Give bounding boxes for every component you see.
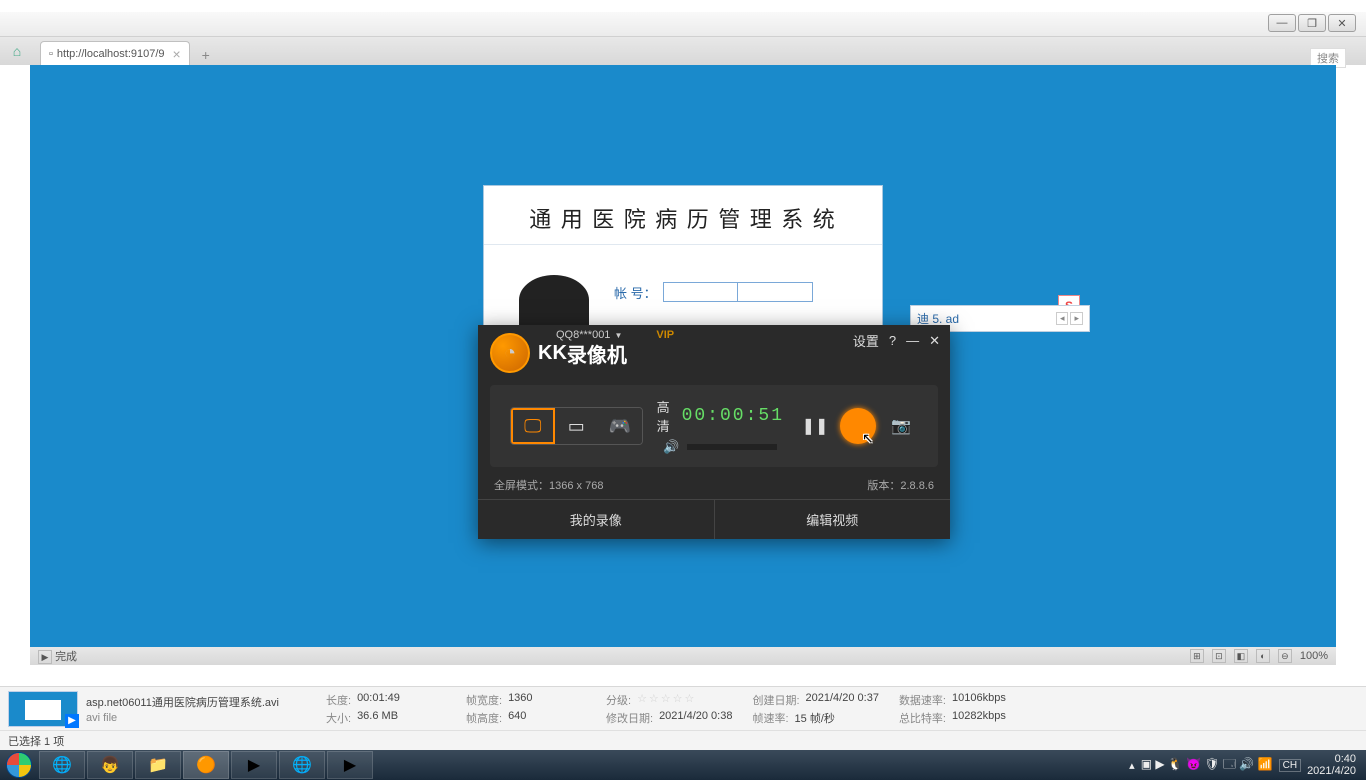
frame-width-label: 帧宽度: (466, 692, 502, 708)
window-close-button[interactable]: ✕ (1328, 14, 1356, 32)
tray-icons[interactable]: ▣ ▶ 🐧 😈 🛡 🗔 🔊 📶 (1141, 755, 1273, 776)
recorder-title-cn: 录像机 (567, 339, 627, 368)
fps-value: 15 帧/秒 (795, 710, 835, 726)
frame-height-value: 640 (508, 710, 526, 726)
ime-prev-icon[interactable]: ◂ (1056, 312, 1069, 325)
edit-video-button[interactable]: 编辑视频 (715, 500, 951, 539)
record-stop-button[interactable]: ↖ (840, 408, 876, 444)
size-label: 大小: (326, 710, 351, 726)
login-title: 通 用 医 院 病 历 管 理 系 统 (484, 196, 882, 245)
recorder-title-en: KK (538, 342, 567, 365)
bitrate-value: 10282kbps (952, 710, 1006, 726)
tray-expand-icon[interactable]: ▴ (1129, 759, 1135, 772)
taskbar-item[interactable]: 🌐 (39, 751, 85, 779)
new-tab-button[interactable]: + (196, 45, 216, 65)
volume-icon[interactable]: 🔊 (663, 439, 679, 455)
modified-value: 2021/4/20 0:38 (659, 710, 732, 726)
taskbar-item[interactable]: 🌐 (279, 751, 325, 779)
start-button[interactable] (0, 750, 38, 780)
dropdown-icon[interactable]: ▼ (614, 331, 622, 340)
browser-tab-bar: ⌂ ▫ http://localhost:9107/9 × + (0, 37, 1366, 65)
status-done: 完成 (55, 651, 77, 663)
taskbar-item[interactable]: 👦 (87, 751, 133, 779)
screenshot-button[interactable]: 📷 (884, 408, 918, 444)
created-value: 2021/4/20 0:37 (806, 692, 879, 708)
file-type: avi file (86, 712, 117, 724)
login-avatar (504, 255, 604, 335)
player-status-bar: ▶ 完成 ⊞ ⊡ ◧ ◐ ⊖ 100% (30, 647, 1336, 665)
volume-slider[interactable] (687, 444, 777, 450)
rating-stars[interactable]: ☆☆☆☆☆ (637, 692, 696, 708)
recorder-settings-button[interactable]: 设置 (853, 331, 879, 350)
recorder-close-button[interactable]: ✕ (929, 333, 940, 349)
game-mode-button[interactable]: 🎮 (598, 408, 642, 444)
fullscreen-mode-button[interactable]: 🖵 (511, 408, 555, 444)
datarate-value: 10106kbps (952, 692, 1006, 708)
region-mode-button[interactable]: ▭ (555, 408, 599, 444)
recorder-version-info: 版本：2.8.8.6 (867, 477, 934, 493)
recording-timer: 00:00:51 (682, 406, 784, 426)
page-icon: ▫ (49, 48, 53, 60)
frame-height-label: 帧高度: (466, 710, 502, 726)
created-label: 创建日期: (752, 692, 799, 708)
status-icon[interactable]: ◐ (1256, 649, 1270, 663)
quality-label[interactable]: 高清 (657, 397, 670, 435)
browser-tab[interactable]: ▫ http://localhost:9107/9 × (40, 41, 190, 65)
taskbar: 🌐 👦 📁 🟠 ▶ 🌐 ▶ ▴ ▣ ▶ 🐧 😈 🛡 🗔 🔊 📶 CH 0:40 … (0, 750, 1366, 780)
taskbar-item[interactable]: ▶ (231, 751, 277, 779)
explorer-status-bar: 已选择 1 项 (0, 730, 1366, 750)
system-tray: ▴ ▣ ▶ 🐧 😈 🛡 🗔 🔊 📶 CH 0:40 2021/4/20 (1123, 753, 1366, 777)
file-name: asp.net06011通用医院病历管理系统.avi (86, 694, 279, 710)
window-controls: — ❐ ✕ (1268, 14, 1356, 32)
taskbar-item[interactable]: ▶ (327, 751, 373, 779)
capture-mode-group: 🖵 ▭ 🎮 (510, 407, 643, 445)
recorder-help-button[interactable]: ? (889, 333, 896, 348)
status-icon[interactable]: ⊞ (1190, 649, 1204, 663)
file-thumbnail[interactable] (8, 691, 78, 727)
my-recordings-button[interactable]: 我的录像 (478, 500, 715, 539)
home-icon[interactable]: ⌂ (6, 41, 28, 61)
window-maximize-button[interactable]: ❐ (1298, 14, 1326, 32)
recorder-logo-icon: ◔ (490, 333, 530, 373)
frame-width-value: 1360 (508, 692, 532, 708)
ime-next-icon[interactable]: ▸ (1070, 312, 1083, 325)
account-input[interactable] (663, 282, 813, 302)
gamepad-icon: 🎮 (609, 416, 631, 437)
zoom-out-icon[interactable]: ⊖ (1278, 649, 1292, 663)
recorder-user[interactable]: QQ8***001 (556, 329, 610, 341)
size-value: 36.6 MB (357, 710, 398, 726)
status-icon[interactable]: ◧ (1234, 649, 1248, 663)
modified-label: 修改日期: (606, 710, 653, 726)
fps-label: 帧速率: (752, 710, 788, 726)
cursor-icon: ↖ (862, 430, 874, 447)
screen-recorder-window: ◔ KK 录像机 QQ8***001 ▼ VIP 设置 ? — ✕ 🖵 ▭ 🎮 (478, 325, 950, 539)
rating-label: 分级: (606, 692, 631, 708)
status-icon[interactable]: ⊡ (1212, 649, 1226, 663)
region-icon: ▭ (568, 416, 585, 437)
browser-title-bar (0, 12, 1366, 37)
bitrate-label: 总比特率: (899, 710, 946, 726)
language-indicator[interactable]: CH (1279, 759, 1301, 772)
account-label: 帐 号： (614, 283, 657, 302)
vip-badge: VIP (656, 329, 674, 341)
taskbar-item[interactable]: 🟠 (183, 751, 229, 779)
zoom-level: 100% (1300, 650, 1328, 662)
length-value: 00:01:49 (357, 692, 400, 708)
page-content: 通 用 医 院 病 历 管 理 系 统 帐 号： S 迪 5. ad ◂ ▸ ◔… (30, 65, 1336, 655)
pause-button[interactable]: ❚❚ (798, 408, 832, 444)
datarate-label: 数据速率: (899, 692, 946, 708)
recorder-mode-info: 全屏模式：1366 x 768 (494, 477, 603, 493)
recorder-minimize-button[interactable]: — (906, 333, 919, 348)
explorer-details-pane: asp.net06011通用医院病历管理系统.avi avi file 长度: 0… (0, 686, 1366, 730)
tab-url-text: http://localhost:9107/9 (57, 48, 165, 60)
login-panel: 通 用 医 院 病 历 管 理 系 统 帐 号： (483, 185, 883, 346)
monitor-icon: 🖵 (524, 416, 541, 437)
taskbar-clock[interactable]: 0:40 2021/4/20 (1307, 753, 1360, 777)
window-minimize-button[interactable]: — (1268, 14, 1296, 32)
play-icon[interactable]: ▶ (38, 650, 52, 664)
taskbar-item[interactable]: 📁 (135, 751, 181, 779)
tab-close-icon[interactable]: × (173, 46, 181, 62)
length-label: 长度: (326, 692, 351, 708)
